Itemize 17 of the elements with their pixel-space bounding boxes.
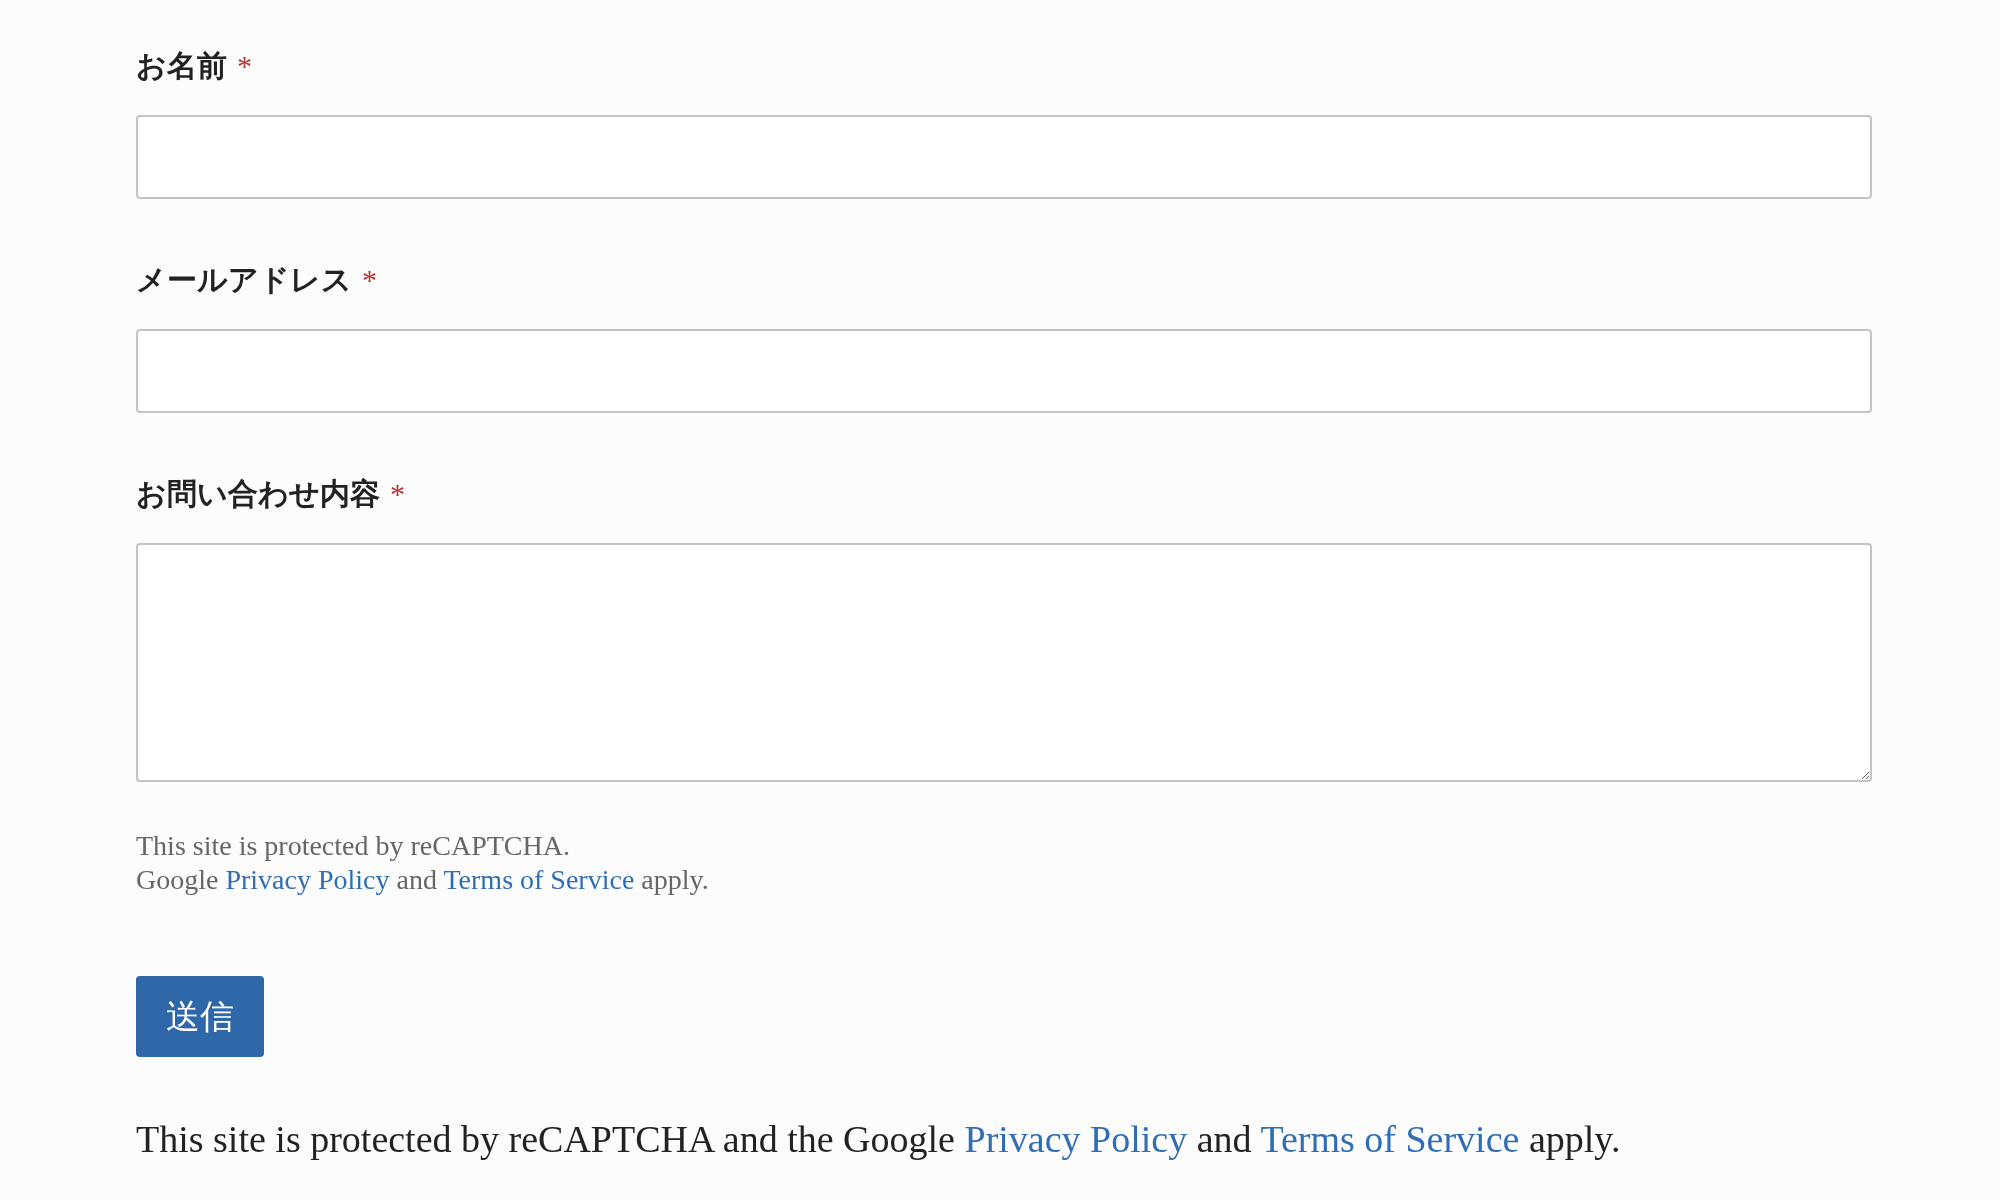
message-textarea[interactable] [136,543,1872,782]
required-marker: * [390,476,405,512]
link[interactable]: Privacy Policy [225,864,390,895]
recaptcha-notice: This site is protected by reCAPTCHA and the Google Privacy Policy and Terms of Service apply. [136,1117,1622,1162]
required-marker: * [237,48,252,84]
link[interactable]: Terms of Service [1260,1118,1520,1160]
input-field[interactable] [136,115,1872,199]
submit-button[interactable]: 送信 [136,976,264,1057]
field-label: お問い合わせ内容 [136,475,380,513]
field-label: お名前 [136,47,227,85]
link[interactable]: Terms of Service [443,864,635,895]
recaptcha-notice: Google Privacy Policy and Terms of Service apply. [136,863,710,897]
required-marker: * [362,262,377,298]
input-field[interactable] [136,329,1872,413]
field-label: メールアドレス [136,261,352,299]
link[interactable]: Privacy Policy [964,1118,1188,1160]
recaptcha-notice: This site is protected by reCAPTCHA. [136,829,571,863]
